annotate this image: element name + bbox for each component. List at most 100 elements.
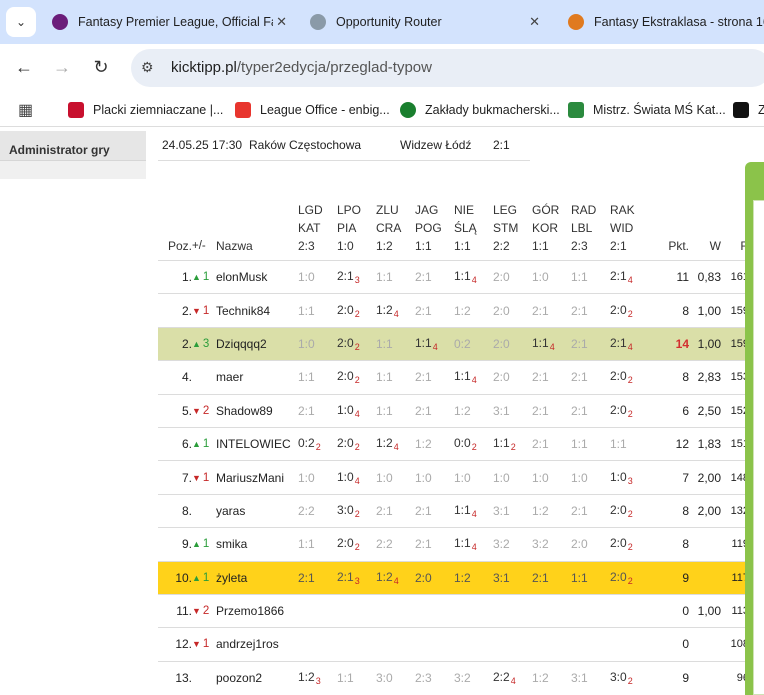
player-name[interactable]: poozon2 [216, 660, 298, 695]
table-row[interactable]: 7. ▼ 1 MariuszMani 1:0 1:04 1:0 1:0 1:0 1:0 1:0 1:0… [158, 460, 749, 495]
bookmark-label: Z [758, 103, 764, 117]
close-icon[interactable]: ✕ [276, 14, 287, 30]
game-header[interactable]: LEG STM 2:2 [493, 201, 532, 261]
rank-change-value: 2 [202, 404, 210, 417]
tip-value: 2:0 [493, 336, 510, 351]
player-name[interactable]: MariuszMani [216, 460, 298, 495]
rank-position: 2. [158, 293, 192, 328]
site-settings-icon[interactable]: ⚙ [141, 59, 154, 76]
tab-search-button[interactable]: ⌄ [6, 7, 36, 37]
player-name[interactable]: maer [216, 360, 298, 395]
tip-cell: 3:2 [532, 527, 571, 562]
player-name[interactable]: Technik84 [216, 293, 298, 328]
table-row[interactable]: 13. poozon2 1:23 1:1 3:0 2:3 3:2 2:24 1:2 3:1 3:02… [158, 660, 749, 695]
player-name[interactable]: Przemo1866 [216, 593, 298, 628]
table-row[interactable]: 4. maer 1:1 2:02 1:1 2:1 1:14 2:0 2:1 2:1 2:02 8 2,8… [158, 360, 749, 395]
game-header[interactable]: ZLU CRA 1:2 [376, 201, 415, 261]
game-header[interactable]: NIE ŚLĄ 1:1 [454, 201, 493, 261]
sidebar-admin-link[interactable]: Administrator gry [0, 131, 146, 161]
header-w: W [709, 239, 721, 253]
tip-cell: 1:14 [532, 326, 571, 361]
tip-value: 1:1 [376, 370, 393, 385]
tip-value: 1:2 [532, 670, 549, 685]
tip-cell: 1:2 [532, 493, 571, 528]
tip-value: 1:1 [532, 335, 549, 350]
browser-tab-2[interactable]: Opportunity Router ✕ [310, 8, 540, 36]
tip-cell: 1:0 [415, 460, 454, 495]
tip-points: 2 [354, 341, 360, 352]
player-name[interactable]: żyleta [216, 560, 298, 595]
browser-tab-1[interactable]: Fantasy Premier League, Official Fa ✕ [52, 8, 287, 36]
tip-cell: 1:24 [376, 426, 415, 461]
table-row[interactable]: 5. ▼ 2 Shadow89 2:1 1:04 1:1 2:1 1:2 3:1 2:1 2:1 2:0… [158, 393, 749, 428]
bookmark-5[interactable]: Z [733, 100, 764, 120]
player-name[interactable]: Shadow89 [216, 393, 298, 428]
browser-tab-3[interactable]: Fantasy Ekstraklasa - strona 16 - [568, 8, 764, 36]
match-home-team: Raków Częstochowa [249, 138, 362, 152]
tip-cell [532, 627, 571, 662]
apps-grid-icon[interactable]: ▦ [18, 100, 33, 120]
table-row[interactable]: 1. ▲ 1 elonMusk 1:0 2:13 1:1 2:1 1:14 2:0 1:0 1:1 2:… [158, 259, 749, 294]
w-value: 1,00 [689, 293, 721, 328]
tip-points: 4 [510, 675, 516, 686]
tip-value: 1:1 [376, 336, 393, 351]
forward-arrow-icon[interactable]: → [50, 57, 74, 78]
tip-value: 2:0 [610, 536, 627, 551]
bookmark-label: Mistrz. Świata MŚ Kat... [593, 103, 726, 117]
game-header[interactable]: RAK WID 2:1 [610, 201, 649, 261]
game-header[interactable]: RAD LBL 2:3 [571, 201, 610, 261]
table-row[interactable]: 11. ▼ 2 Przemo1866 0 1,00 113 [158, 593, 749, 628]
bookmarks-bar: ▦ Placki ziemniaczane |... League Office… [0, 94, 764, 127]
tip-value: 3:2 [454, 670, 471, 685]
tip-value: 1:0 [376, 470, 393, 485]
bookmark-label: Zakłady bukmacherski... [425, 103, 560, 117]
table-row[interactable]: 2. ▼ 1 Technik84 1:1 2:02 1:24 2:1 1:2 2:0 2:1 2:1 2… [158, 293, 749, 328]
reload-icon[interactable]: ↻ [89, 57, 113, 78]
bookmark-3[interactable]: Zakłady bukmacherski... [400, 100, 560, 120]
rank-change: ▼ 1 [192, 293, 216, 328]
table-row[interactable]: 2. ▲ 3 Dziqqqq2 1:0 2:02 1:1 1:14 0:2 2:0 1:14 2:1 2… [158, 326, 749, 361]
address-bar[interactable]: ⚙ kicktipp.pl/typer2edycja/przeglad-typo… [131, 49, 764, 87]
rank-change: ▲ 1 [192, 426, 216, 461]
player-name[interactable]: elonMusk [216, 259, 298, 294]
player-name[interactable]: yaras [216, 493, 298, 528]
game-header[interactable]: LGD KAT 2:3 [298, 201, 337, 261]
close-icon[interactable]: ✕ [529, 14, 540, 30]
w-value: 2,83 [689, 360, 721, 395]
table-row[interactable]: 12. ▼ 1 andrzej1ros 0 108 [158, 627, 749, 662]
game-header[interactable]: LPO PIA 1:0 [337, 201, 376, 261]
table-row[interactable]: 9. ▲ 1 smika 1:1 2:02 2:2 2:1 1:14 3:2 3:2 2:0 2:02 8… [158, 527, 749, 562]
table-row[interactable]: 8. yaras 2:2 3:02 2:1 2:1 1:14 3:1 1:2 2:1 2:02 8 2,… [158, 493, 749, 528]
game-header[interactable]: JAG POG 1:1 [415, 201, 454, 261]
back-arrow-icon[interactable]: ← [12, 57, 36, 78]
player-name[interactable]: INTELOWIEC [216, 426, 298, 461]
player-name[interactable]: Dziqqqq2 [216, 326, 298, 361]
tip-value: 0:2 [454, 336, 471, 351]
player-name[interactable]: andrzej1ros [216, 627, 298, 662]
tip-value: 2:1 [415, 303, 432, 318]
tip-value: 2:1 [415, 370, 432, 385]
tip-cell: 1:0 [298, 259, 337, 294]
bookmark-4[interactable]: Mistrz. Świata MŚ Kat... [568, 100, 726, 120]
tip-value: 1:1 [454, 502, 471, 517]
game-header[interactable]: GÓR KOR 1:1 [532, 201, 571, 261]
tip-cell: 1:14 [454, 360, 493, 395]
tip-cell: 2:1 [415, 493, 454, 528]
tip-value: 1:2 [532, 503, 549, 518]
player-name[interactable]: smika [216, 527, 298, 562]
tip-value: 1:1 [454, 269, 471, 284]
bookmark-1[interactable]: Placki ziemniaczane |... [68, 100, 223, 120]
tip-cell: 1:12 [493, 426, 532, 461]
rank-change-value: 1 [202, 271, 210, 284]
bookmark-label: Placki ziemniaczane |... [93, 103, 224, 117]
table-row[interactable]: 6. ▲ 1 INTELOWIEC 0:22 2:02 1:24 1:2 0:02 1:12 2:1… [158, 426, 749, 461]
tip-cell [337, 593, 376, 628]
table-row[interactable]: 10. ▲ 1 żyleta 2:1 2:13 1:24 2:0 1:2 3:1 2:1 1:1 2:0… [158, 560, 749, 595]
tip-cell: 2:1 [532, 293, 571, 328]
tip-value: 1:0 [610, 469, 627, 484]
bookmark-2[interactable]: League Office - enbig... [235, 100, 390, 120]
tip-cell: 1:24 [376, 293, 415, 328]
tip-value: 1:0 [415, 470, 432, 485]
w-value: 1,00 [689, 326, 721, 361]
tip-value: 3:1 [493, 403, 510, 418]
